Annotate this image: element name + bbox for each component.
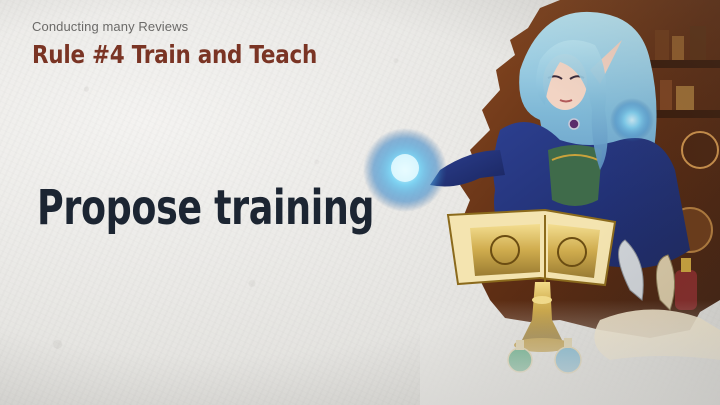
slide: Conducting many Reviews Rule #4 Train an… bbox=[0, 0, 720, 405]
slide-title: Rule #4 Train and Teach bbox=[32, 40, 318, 69]
slide-subtitle: Conducting many Reviews bbox=[32, 19, 189, 34]
slide-body-text: Propose training bbox=[37, 180, 375, 236]
